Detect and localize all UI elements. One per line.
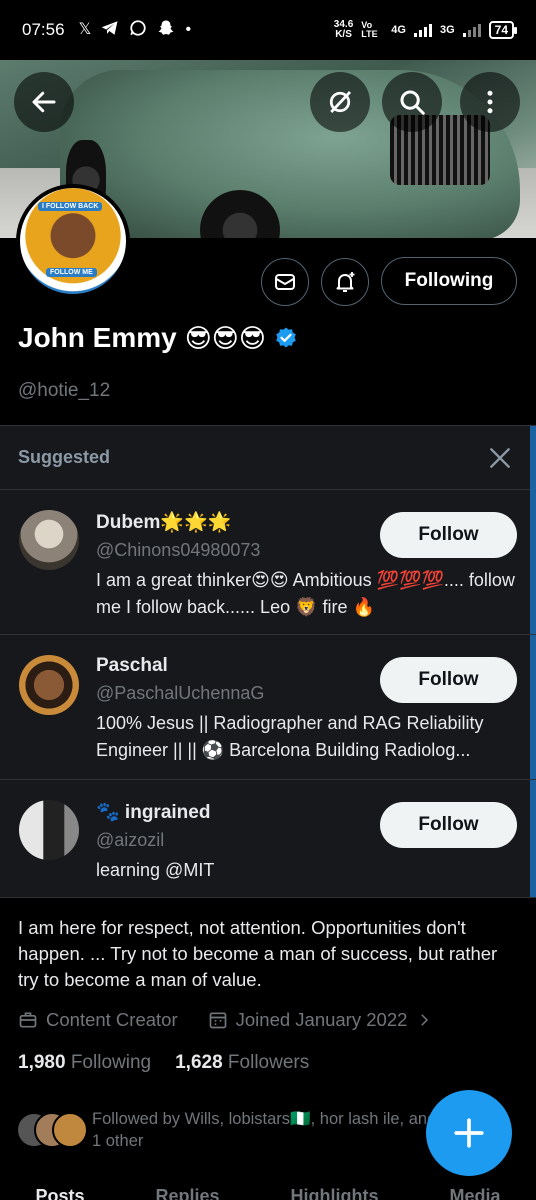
more-options-button[interactable] bbox=[460, 72, 520, 132]
volte-indicator: Vo LTE bbox=[361, 20, 378, 39]
calendar-icon bbox=[209, 1012, 226, 1029]
profile-category[interactable]: Content Creator bbox=[46, 1009, 178, 1031]
search-button[interactable] bbox=[382, 72, 442, 132]
status-bar: 07:56 𝕏 • 34.6 K/S Vo LTE 4G 3G 74 bbox=[0, 0, 536, 60]
plus-icon bbox=[454, 1118, 484, 1148]
back-button[interactable] bbox=[14, 72, 74, 132]
profile-name-emojis: 😎😎😎 bbox=[184, 322, 267, 353]
following-button[interactable]: Following bbox=[381, 257, 517, 305]
followed-by[interactable]: Followed by Wills, lobistars🇳🇬, hor lash… bbox=[16, 1108, 442, 1152]
arrow-left-icon bbox=[32, 91, 56, 113]
battery-icon: 74 bbox=[488, 21, 518, 39]
profile-name-text: John Emmy bbox=[18, 322, 177, 353]
suggested-user-bio: I am a great thinker😍😍 Ambitious 💯💯💯....… bbox=[96, 570, 515, 617]
close-icon bbox=[490, 447, 510, 468]
notifications-button[interactable] bbox=[321, 258, 369, 306]
snapchat-icon bbox=[157, 19, 175, 41]
tab-posts[interactable]: Posts bbox=[35, 1186, 84, 1200]
briefcase-icon bbox=[19, 1012, 37, 1028]
avatar-tag-follow-back: I FOLLOW BACK bbox=[38, 202, 103, 211]
suggested-user-avatar[interactable] bbox=[19, 655, 79, 715]
search-icon bbox=[400, 90, 425, 115]
grok-button[interactable] bbox=[310, 72, 370, 132]
suggested-title: Suggested bbox=[18, 447, 111, 467]
suggested-panel: Suggested Dubem🌟🌟🌟 @Chinons04980073 I am… bbox=[0, 425, 536, 898]
follow-button[interactable]: Follow bbox=[380, 657, 517, 703]
followed-by-avatars bbox=[16, 1108, 88, 1148]
avatar-tag-follow-me: FOLLOW ME bbox=[46, 268, 97, 277]
suggested-user-bio: learning @MIT bbox=[96, 860, 215, 880]
whatsapp-icon bbox=[129, 19, 147, 41]
signal-bars-2-icon bbox=[462, 23, 481, 37]
followed-by-text: Followed by Wills, lobistars🇳🇬, hor lash… bbox=[92, 1110, 437, 1150]
profile-name: John Emmy 😎😎😎 bbox=[18, 322, 298, 354]
follow-button[interactable]: Follow bbox=[380, 512, 517, 558]
suggested-user-row[interactable]: Dubem🌟🌟🌟 @Chinons04980073 I am a great t… bbox=[0, 490, 536, 635]
profile-meta: Content Creator Joined January 2022 bbox=[18, 1009, 433, 1031]
notification-dot-icon: • bbox=[185, 21, 192, 38]
bell-plus-icon bbox=[336, 272, 355, 292]
following-count-link[interactable]: 1,980 Following bbox=[18, 1052, 151, 1074]
followers-count-link[interactable]: 1,628 Followers bbox=[175, 1052, 309, 1074]
avatar-image: I FOLLOW BACK FOLLOW ME bbox=[20, 188, 126, 294]
profile-bio: I am here for respect, not attention. Op… bbox=[18, 917, 498, 990]
avatar bbox=[52, 1112, 88, 1148]
follow-counts: 1,980 Following 1,628 Followers bbox=[18, 1052, 309, 1074]
network-speed: 34.6 K/S bbox=[333, 19, 354, 40]
x-app-icon: 𝕏 bbox=[78, 21, 92, 38]
follow-button[interactable]: Follow bbox=[380, 802, 517, 848]
profile-handle: @hotie_12 bbox=[18, 380, 111, 401]
compose-post-button[interactable] bbox=[426, 1090, 512, 1176]
suggested-user-avatar[interactable] bbox=[19, 510, 79, 570]
profile-tabs: Posts Replies Highlights Media bbox=[0, 1186, 536, 1200]
sim1-type: 4G bbox=[391, 24, 406, 36]
tab-highlights[interactable]: Highlights bbox=[290, 1186, 378, 1200]
message-button[interactable] bbox=[261, 258, 309, 306]
suggested-user-row[interactable]: Paschal @PaschalUchennaG 100% Jesus || R… bbox=[0, 635, 536, 780]
close-suggested-button[interactable] bbox=[482, 440, 518, 476]
suggested-user-row[interactable]: 🐾 ingrained @aizozil learning @MIT Follo… bbox=[0, 780, 536, 925]
status-time: 07:56 bbox=[22, 20, 65, 39]
suggested-user-avatar[interactable] bbox=[19, 800, 79, 860]
grok-icon bbox=[329, 91, 352, 113]
profile-joined: Joined January 2022 bbox=[235, 1009, 408, 1030]
mail-icon bbox=[275, 274, 295, 290]
more-vertical-icon bbox=[487, 90, 493, 114]
telegram-icon bbox=[101, 20, 119, 40]
suggested-user-bio: 100% Jesus || Radiographer and RAG Relia… bbox=[96, 713, 484, 760]
tab-replies[interactable]: Replies bbox=[155, 1186, 219, 1200]
chevron-right-icon[interactable] bbox=[415, 1011, 433, 1029]
tab-media[interactable]: Media bbox=[449, 1186, 500, 1200]
signal-bars-icon bbox=[413, 23, 432, 37]
suggested-header: Suggested bbox=[0, 426, 536, 490]
sim2-type: 3G bbox=[439, 24, 455, 36]
verified-badge-icon bbox=[276, 327, 296, 348]
profile-avatar[interactable]: I FOLLOW BACK FOLLOW ME bbox=[16, 184, 130, 298]
